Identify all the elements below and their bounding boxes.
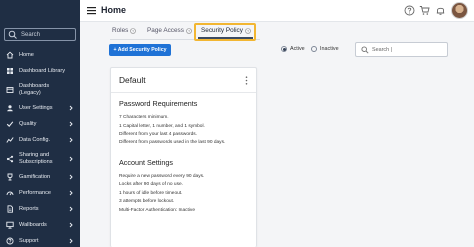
reports-icon <box>7 205 13 213</box>
tab-highlight-box <box>194 23 256 41</box>
sidebar-item-label: Dashboards (Legacy) <box>19 83 49 97</box>
svg-text:?: ? <box>132 29 134 33</box>
radio-active-dot <box>281 46 287 52</box>
page-title: Home <box>101 5 127 15</box>
tab-bar: Roles ? Page Access ? Security Policy ? <box>80 22 474 42</box>
password-line: 1 Capital letter, 1 number, and 1 symbol… <box>119 124 205 129</box>
sidebar-item-label-line1: Dashboards <box>19 82 50 89</box>
chevron-right-icon <box>69 222 73 228</box>
policy-card-title: Default <box>119 75 146 85</box>
svg-text:?: ? <box>188 29 190 33</box>
sidebar-item-label: User Settings <box>19 104 53 111</box>
account-line: 3 attempts before lockout. <box>119 199 175 204</box>
add-security-policy-button[interactable]: + Add Security Policy <box>109 44 171 56</box>
sidebar-item-user-settings[interactable]: User Settings <box>0 100 80 116</box>
sidebar-item-data-config[interactable]: Data Config. <box>0 132 80 148</box>
sidebar-item-reports[interactable]: Reports <box>0 201 80 217</box>
account-line: Multi-Factor Authentication: Inactive <box>119 208 195 213</box>
password-line: 7 Characters minimum. <box>119 115 169 120</box>
notification-bell-icon[interactable] <box>435 5 446 16</box>
chevron-right-icon <box>69 190 73 196</box>
sidebar-search-placeholder: Search <box>21 31 41 38</box>
password-line: Different from passwords used in the las… <box>119 140 226 145</box>
sidebar-item-label: Data Config. <box>19 136 51 143</box>
password-requirements-title: Password Requirements <box>119 99 198 108</box>
sidebar: Search Home Dashboard Library Dashboards… <box>0 0 80 247</box>
wallboards-icon <box>6 221 14 229</box>
policy-search-placeholder: Search | <box>372 46 392 53</box>
performance-icon <box>6 191 14 196</box>
sidebar-search-input[interactable]: Search <box>4 28 76 41</box>
radio-active[interactable]: Active <box>281 46 305 52</box>
account-line: Locks after 90 days of no use. <box>119 182 183 187</box>
cart-icon[interactable] <box>419 5 430 16</box>
hamburger-menu-icon[interactable] <box>87 6 96 15</box>
gamification-icon <box>7 173 13 181</box>
quality-icon <box>6 121 14 128</box>
radio-inactive[interactable]: Inactive <box>311 46 339 52</box>
chevron-right-icon <box>69 206 73 212</box>
tab-page-access[interactable]: Page Access ? <box>147 27 192 34</box>
card-divider <box>111 92 256 93</box>
sidebar-item-label-line1: Sharing and <box>19 151 50 158</box>
data-config-icon <box>6 137 14 143</box>
sidebar-item-label: Dashboard Library <box>19 67 66 74</box>
top-header: Home <box>80 0 474 22</box>
policy-card: Default Password Requirements 7 Characte… <box>110 67 257 247</box>
chevron-right-icon <box>69 174 73 180</box>
tab-roles[interactable]: Roles ? <box>112 27 137 34</box>
help-circle-icon: ? <box>130 27 137 34</box>
dashboards-legacy-icon <box>6 86 14 93</box>
sidebar-item-dashboards-legacy[interactable]: Dashboards (Legacy) <box>0 79 80 100</box>
sidebar-item-quality[interactable]: Quality <box>0 116 80 132</box>
radio-active-label: Active <box>290 46 305 52</box>
sidebar-item-label-line2: Subscriptions <box>19 158 53 165</box>
tab-label: Roles <box>112 27 129 34</box>
help-icon[interactable] <box>404 5 415 16</box>
sidebar-item-wallboards[interactable]: Wallboards <box>0 217 80 233</box>
account-settings-title: Account Settings <box>119 158 173 167</box>
sidebar-item-home[interactable]: Home <box>0 47 80 63</box>
sidebar-item-label: Home <box>19 51 34 58</box>
radio-inactive-dot <box>311 46 317 52</box>
chevron-right-icon <box>69 137 73 143</box>
sidebar-item-support[interactable]: Support <box>0 233 80 247</box>
radio-inactive-label: Inactive <box>320 46 339 52</box>
home-icon <box>6 51 14 59</box>
sidebar-item-performance[interactable]: Performance <box>0 185 80 201</box>
chevron-right-icon <box>69 105 73 111</box>
account-line: 1 hours of idle before timeout. <box>119 191 183 196</box>
search-icon <box>361 45 369 54</box>
sidebar-item-label: Wallboards <box>19 221 47 228</box>
user-settings-icon <box>7 105 13 112</box>
search-icon <box>8 30 17 39</box>
support-icon <box>6 237 14 245</box>
sidebar-item-sharing-subscriptions[interactable]: Sharing and Subscriptions <box>0 148 80 169</box>
account-line: Require a new password every 90 days. <box>119 174 205 179</box>
sidebar-item-label: Sharing and Subscriptions <box>19 152 53 166</box>
chevron-right-icon <box>69 156 73 161</box>
chevron-right-icon <box>69 238 73 244</box>
sidebar-item-dashboard-library[interactable]: Dashboard Library <box>0 63 80 79</box>
sidebar-nav: Home Dashboard Library Dashboards (Legacy… <box>0 47 80 247</box>
password-line: Different from your last 4 passwords. <box>119 132 198 137</box>
policy-search-input[interactable]: Search | <box>355 42 448 57</box>
user-avatar[interactable] <box>451 2 468 19</box>
sidebar-item-gamification[interactable]: Gamification <box>0 169 80 185</box>
sidebar-item-label: Reports <box>19 205 39 212</box>
tab-label: Page Access <box>147 27 184 34</box>
sidebar-item-label: Quality <box>19 120 37 127</box>
more-vert-icon[interactable] <box>245 76 248 85</box>
help-circle-icon: ? <box>186 27 192 34</box>
sidebar-item-label-line2: (Legacy) <box>19 89 41 96</box>
chevron-right-icon <box>69 121 73 127</box>
dashboard-library-icon <box>7 68 13 74</box>
sidebar-item-label: Performance <box>19 189 52 196</box>
sidebar-item-label: Gamification <box>19 173 51 180</box>
sidebar-item-label: Support <box>19 237 39 244</box>
sharing-icon <box>6 155 14 162</box>
